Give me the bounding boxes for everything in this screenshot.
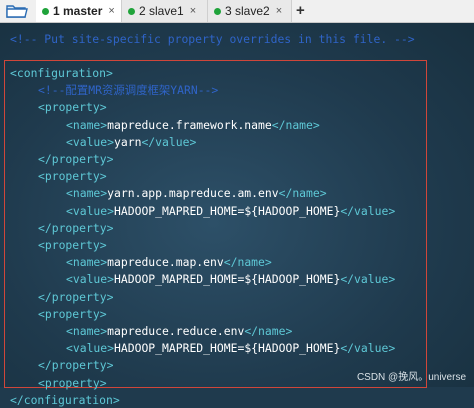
tab-label: 1 master: [53, 4, 103, 18]
xml-text: yarn: [114, 134, 142, 149]
xml-tag: <configuration>: [10, 66, 113, 80]
xml-close-tag: </value>: [340, 203, 396, 218]
xml-close-tag: </name>: [244, 324, 293, 338]
xml-open-tag: <value>: [66, 341, 115, 356]
code-line: <name>mapreduce.reduce.env</name>: [66, 324, 292, 339]
code-line: <!--配置MR资源调度框架YARN-->: [38, 83, 218, 98]
code-line: <configuration>: [10, 66, 113, 81]
add-tab-button[interactable]: +: [296, 2, 305, 19]
close-icon[interactable]: ×: [108, 5, 114, 17]
xml-tag: </property>: [38, 289, 114, 304]
xml-tag: <property>: [38, 306, 107, 321]
xml-tag: </configuration>: [10, 392, 120, 407]
xml-text: mapreduce.reduce.env: [107, 324, 245, 338]
status-dot-icon: [214, 7, 221, 15]
code-line: <value>HADOOP_MAPRED_HOME=${HADOOP_HOME}…: [66, 204, 395, 219]
code-line: <property>: [38, 376, 107, 391]
xml-text: yarn.app.mapreduce.am.env: [107, 186, 279, 201]
tab-bar: 1 master × 2 slave1 × 3 slave2 × +: [0, 0, 474, 23]
tab-slave2[interactable]: 3 slave2 ×: [208, 0, 292, 22]
code-line: </property>: [38, 152, 113, 167]
xml-close-tag: </value>: [141, 134, 197, 149]
code-line: </configuration>: [10, 393, 120, 408]
xml-open-tag: <value>: [66, 272, 115, 287]
xml-tag: <property>: [38, 169, 107, 184]
xml-text: mapreduce.framework.name: [107, 117, 272, 132]
xml-open-tag: <value>: [66, 203, 115, 218]
xml-tag: </property>: [38, 220, 114, 235]
xml-comment: <!-- Put site-specific property override…: [10, 32, 415, 46]
xml-tag: </property>: [38, 358, 114, 373]
code-line: <value>yarn</value>: [66, 135, 196, 150]
xml-open-tag: <name>: [66, 255, 108, 270]
code-line: </property>: [38, 358, 113, 373]
xml-close-tag: </name>: [271, 117, 320, 132]
xml-tag: <property>: [38, 100, 107, 115]
tab-master[interactable]: 1 master ×: [36, 0, 122, 22]
code-line: </property>: [38, 221, 113, 236]
xml-text: HADOOP_MAPRED_HOME=${HADOOP_HOME}: [114, 272, 341, 287]
xml-close-tag: </name>: [278, 186, 327, 201]
status-dot-icon: [128, 7, 135, 15]
code-line: <property>: [38, 238, 107, 253]
xml-open-tag: <name>: [66, 117, 108, 132]
code-line: <value>HADOOP_MAPRED_HOME=${HADOOP_HOME}…: [66, 341, 395, 356]
code-line: <property>: [38, 100, 107, 115]
code-line: <name>mapreduce.map.env</name>: [66, 255, 272, 270]
tab-label: 3 slave2: [225, 4, 270, 18]
tab-slave1[interactable]: 2 slave1 ×: [122, 0, 208, 22]
code-line: <!-- Put site-specific property override…: [10, 32, 415, 47]
status-dot-icon: [42, 7, 49, 15]
close-icon[interactable]: ×: [190, 5, 196, 17]
folder-icon[interactable]: [6, 3, 28, 19]
xml-close-tag: </name>: [223, 255, 272, 270]
watermark: CSDN @挽风。universe: [356, 372, 466, 383]
code-line: <value>HADOOP_MAPRED_HOME=${HADOOP_HOME}…: [66, 272, 395, 287]
xml-text: HADOOP_MAPRED_HOME=${HADOOP_HOME}: [114, 341, 341, 356]
tab-label: 2 slave1: [139, 4, 184, 18]
code-line: <property>: [38, 169, 107, 184]
xml-close-tag: </value>: [340, 341, 396, 356]
code-line: <name>mapreduce.framework.name</name>: [66, 118, 320, 133]
xml-tag: </property>: [38, 152, 114, 166]
xml-open-tag: <name>: [66, 186, 108, 201]
terminal-output[interactable]: <!-- Put site-specific property override…: [0, 23, 474, 407]
xml-text: mapreduce.map.env: [107, 255, 224, 270]
xml-open-tag: <value>: [66, 134, 115, 149]
xml-tag: <property>: [38, 238, 107, 252]
code-line: </property>: [38, 290, 113, 305]
xml-open-tag: <name>: [66, 324, 108, 338]
code-line: <name>yarn.app.mapreduce.am.env</name>: [66, 186, 327, 201]
xml-close-tag: </value>: [340, 272, 396, 287]
close-icon[interactable]: ×: [276, 5, 282, 17]
xml-text: HADOOP_MAPRED_HOME=${HADOOP_HOME}: [114, 203, 341, 218]
xml-comment: <!--配置MR资源调度框架YARN-->: [38, 83, 219, 98]
xml-tag: <property>: [38, 375, 107, 390]
code-line: <property>: [38, 307, 107, 322]
